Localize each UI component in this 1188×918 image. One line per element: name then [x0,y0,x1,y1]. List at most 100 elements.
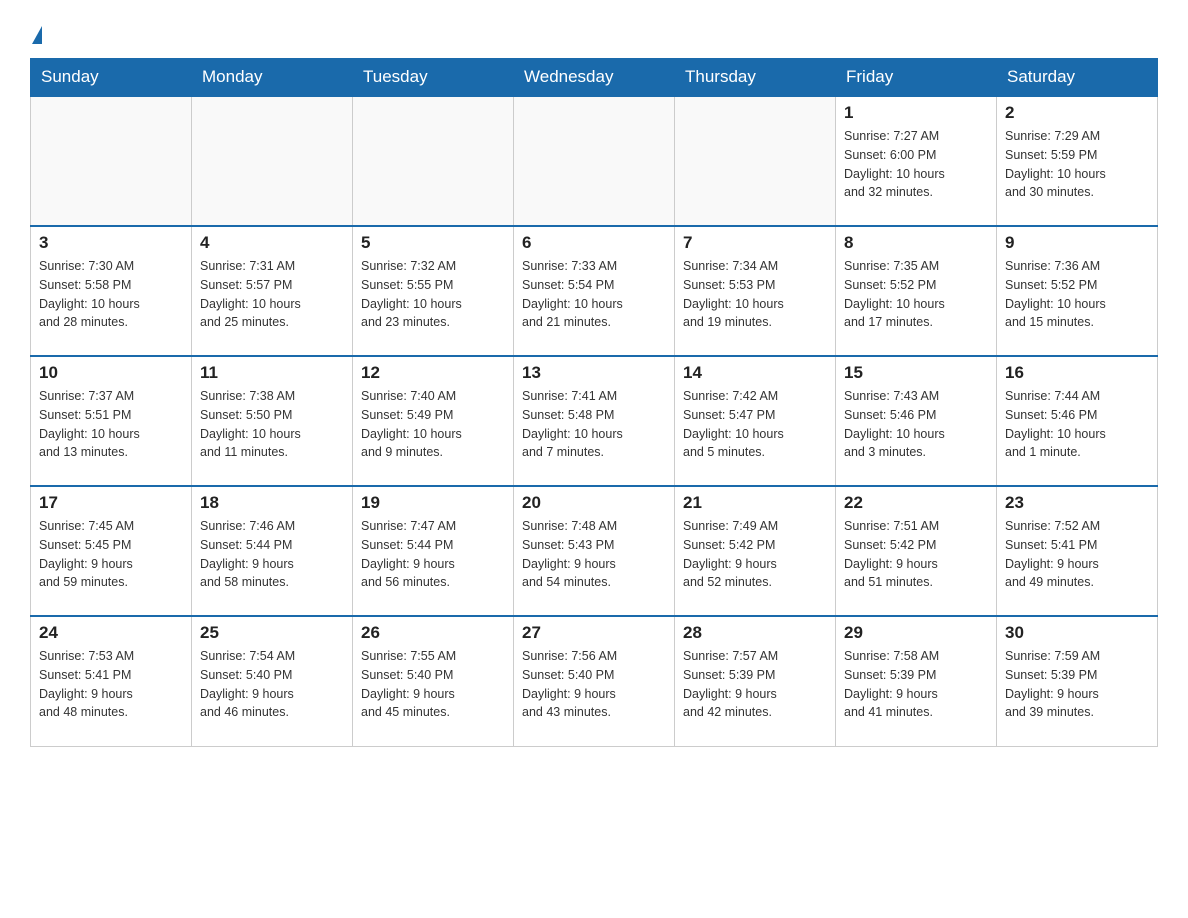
day-info: Sunrise: 7:31 AM Sunset: 5:57 PM Dayligh… [200,257,344,332]
day-number: 15 [844,363,988,383]
day-number: 25 [200,623,344,643]
day-info: Sunrise: 7:37 AM Sunset: 5:51 PM Dayligh… [39,387,183,462]
day-number: 18 [200,493,344,513]
day-info: Sunrise: 7:48 AM Sunset: 5:43 PM Dayligh… [522,517,666,592]
calendar-cell [675,96,836,226]
weekday-header-thursday: Thursday [675,59,836,97]
day-info: Sunrise: 7:41 AM Sunset: 5:48 PM Dayligh… [522,387,666,462]
calendar-cell: 13 Sunrise: 7:41 AM Sunset: 5:48 PM Dayli… [514,356,675,486]
calendar-table: SundayMondayTuesdayWednesdayThursdayFrid… [30,58,1158,747]
day-info: Sunrise: 7:52 AM Sunset: 5:41 PM Dayligh… [1005,517,1149,592]
day-number: 10 [39,363,183,383]
day-info: Sunrise: 7:40 AM Sunset: 5:49 PM Dayligh… [361,387,505,462]
day-number: 11 [200,363,344,383]
calendar-cell: 17 Sunrise: 7:45 AM Sunset: 5:45 PM Dayli… [31,486,192,616]
day-info: Sunrise: 7:29 AM Sunset: 5:59 PM Dayligh… [1005,127,1149,202]
day-info: Sunrise: 7:34 AM Sunset: 5:53 PM Dayligh… [683,257,827,332]
calendar-cell: 10 Sunrise: 7:37 AM Sunset: 5:51 PM Dayli… [31,356,192,486]
day-number: 3 [39,233,183,253]
logo [30,30,42,48]
day-info: Sunrise: 7:56 AM Sunset: 5:40 PM Dayligh… [522,647,666,722]
day-info: Sunrise: 7:55 AM Sunset: 5:40 PM Dayligh… [361,647,505,722]
day-info: Sunrise: 7:44 AM Sunset: 5:46 PM Dayligh… [1005,387,1149,462]
calendar-cell: 30 Sunrise: 7:59 AM Sunset: 5:39 PM Dayli… [997,616,1158,746]
day-number: 12 [361,363,505,383]
day-number: 4 [200,233,344,253]
logo-triangle-icon [32,26,42,44]
day-info: Sunrise: 7:35 AM Sunset: 5:52 PM Dayligh… [844,257,988,332]
day-info: Sunrise: 7:58 AM Sunset: 5:39 PM Dayligh… [844,647,988,722]
day-number: 23 [1005,493,1149,513]
weekday-header-wednesday: Wednesday [514,59,675,97]
weekday-header-sunday: Sunday [31,59,192,97]
calendar-cell: 26 Sunrise: 7:55 AM Sunset: 5:40 PM Dayli… [353,616,514,746]
week-row-5: 24 Sunrise: 7:53 AM Sunset: 5:41 PM Dayli… [31,616,1158,746]
calendar-cell: 20 Sunrise: 7:48 AM Sunset: 5:43 PM Dayli… [514,486,675,616]
day-number: 30 [1005,623,1149,643]
day-number: 22 [844,493,988,513]
calendar-cell: 14Sunrise: 7:42 AM Sunset: 5:47 PM Dayli… [675,356,836,486]
day-info: Sunrise: 7:59 AM Sunset: 5:39 PM Dayligh… [1005,647,1149,722]
day-number: 13 [522,363,666,383]
calendar-cell: 28Sunrise: 7:57 AM Sunset: 5:39 PM Dayli… [675,616,836,746]
day-number: 2 [1005,103,1149,123]
day-info: Sunrise: 7:43 AM Sunset: 5:46 PM Dayligh… [844,387,988,462]
day-info: Sunrise: 7:54 AM Sunset: 5:40 PM Dayligh… [200,647,344,722]
calendar-cell: 8 Sunrise: 7:35 AM Sunset: 5:52 PM Daylig… [836,226,997,356]
day-number: 14 [683,363,827,383]
day-number: 29 [844,623,988,643]
day-info: Sunrise: 7:47 AM Sunset: 5:44 PM Dayligh… [361,517,505,592]
calendar-cell: 18 Sunrise: 7:46 AM Sunset: 5:44 PM Dayli… [192,486,353,616]
calendar-cell: 1Sunrise: 7:27 AM Sunset: 6:00 PM Daylig… [836,96,997,226]
calendar-cell: 22Sunrise: 7:51 AM Sunset: 5:42 PM Dayli… [836,486,997,616]
weekday-header-friday: Friday [836,59,997,97]
day-number: 7 [683,233,827,253]
day-info: Sunrise: 7:45 AM Sunset: 5:45 PM Dayligh… [39,517,183,592]
day-info: Sunrise: 7:30 AM Sunset: 5:58 PM Dayligh… [39,257,183,332]
day-number: 27 [522,623,666,643]
calendar-cell: 15 Sunrise: 7:43 AM Sunset: 5:46 PM Dayli… [836,356,997,486]
calendar-cell [192,96,353,226]
week-row-2: 3 Sunrise: 7:30 AM Sunset: 5:58 PM Daylig… [31,226,1158,356]
week-row-4: 17 Sunrise: 7:45 AM Sunset: 5:45 PM Dayli… [31,486,1158,616]
calendar-cell: 21 Sunrise: 7:49 AM Sunset: 5:42 PM Dayli… [675,486,836,616]
calendar-cell: 29 Sunrise: 7:58 AM Sunset: 5:39 PM Dayli… [836,616,997,746]
weekday-header-monday: Monday [192,59,353,97]
calendar-cell: 11Sunrise: 7:38 AM Sunset: 5:50 PM Dayli… [192,356,353,486]
calendar-cell: 25 Sunrise: 7:54 AM Sunset: 5:40 PM Dayli… [192,616,353,746]
day-number: 20 [522,493,666,513]
calendar-cell: 19Sunrise: 7:47 AM Sunset: 5:44 PM Dayli… [353,486,514,616]
day-number: 24 [39,623,183,643]
day-info: Sunrise: 7:57 AM Sunset: 5:39 PM Dayligh… [683,647,827,722]
week-row-3: 10 Sunrise: 7:37 AM Sunset: 5:51 PM Dayli… [31,356,1158,486]
calendar-cell: 5 Sunrise: 7:32 AM Sunset: 5:55 PM Daylig… [353,226,514,356]
calendar-cell [31,96,192,226]
day-number: 26 [361,623,505,643]
day-info: Sunrise: 7:33 AM Sunset: 5:54 PM Dayligh… [522,257,666,332]
day-info: Sunrise: 7:27 AM Sunset: 6:00 PM Dayligh… [844,127,988,202]
page-header [30,20,1158,48]
day-info: Sunrise: 7:36 AM Sunset: 5:52 PM Dayligh… [1005,257,1149,332]
day-info: Sunrise: 7:53 AM Sunset: 5:41 PM Dayligh… [39,647,183,722]
calendar-cell: 23 Sunrise: 7:52 AM Sunset: 5:41 PM Dayli… [997,486,1158,616]
weekday-header-tuesday: Tuesday [353,59,514,97]
calendar-cell: 3 Sunrise: 7:30 AM Sunset: 5:58 PM Daylig… [31,226,192,356]
day-info: Sunrise: 7:46 AM Sunset: 5:44 PM Dayligh… [200,517,344,592]
weekday-header-saturday: Saturday [997,59,1158,97]
day-number: 16 [1005,363,1149,383]
day-number: 5 [361,233,505,253]
day-info: Sunrise: 7:49 AM Sunset: 5:42 PM Dayligh… [683,517,827,592]
weekday-header-row: SundayMondayTuesdayWednesdayThursdayFrid… [31,59,1158,97]
calendar-cell: 9 Sunrise: 7:36 AM Sunset: 5:52 PM Daylig… [997,226,1158,356]
day-number: 21 [683,493,827,513]
calendar-cell: 2 Sunrise: 7:29 AM Sunset: 5:59 PM Daylig… [997,96,1158,226]
day-number: 17 [39,493,183,513]
week-row-1: 1Sunrise: 7:27 AM Sunset: 6:00 PM Daylig… [31,96,1158,226]
calendar-cell: 7 Sunrise: 7:34 AM Sunset: 5:53 PM Daylig… [675,226,836,356]
day-number: 8 [844,233,988,253]
day-number: 9 [1005,233,1149,253]
day-info: Sunrise: 7:32 AM Sunset: 5:55 PM Dayligh… [361,257,505,332]
calendar-cell: 12 Sunrise: 7:40 AM Sunset: 5:49 PM Dayli… [353,356,514,486]
calendar-cell [353,96,514,226]
calendar-cell [514,96,675,226]
